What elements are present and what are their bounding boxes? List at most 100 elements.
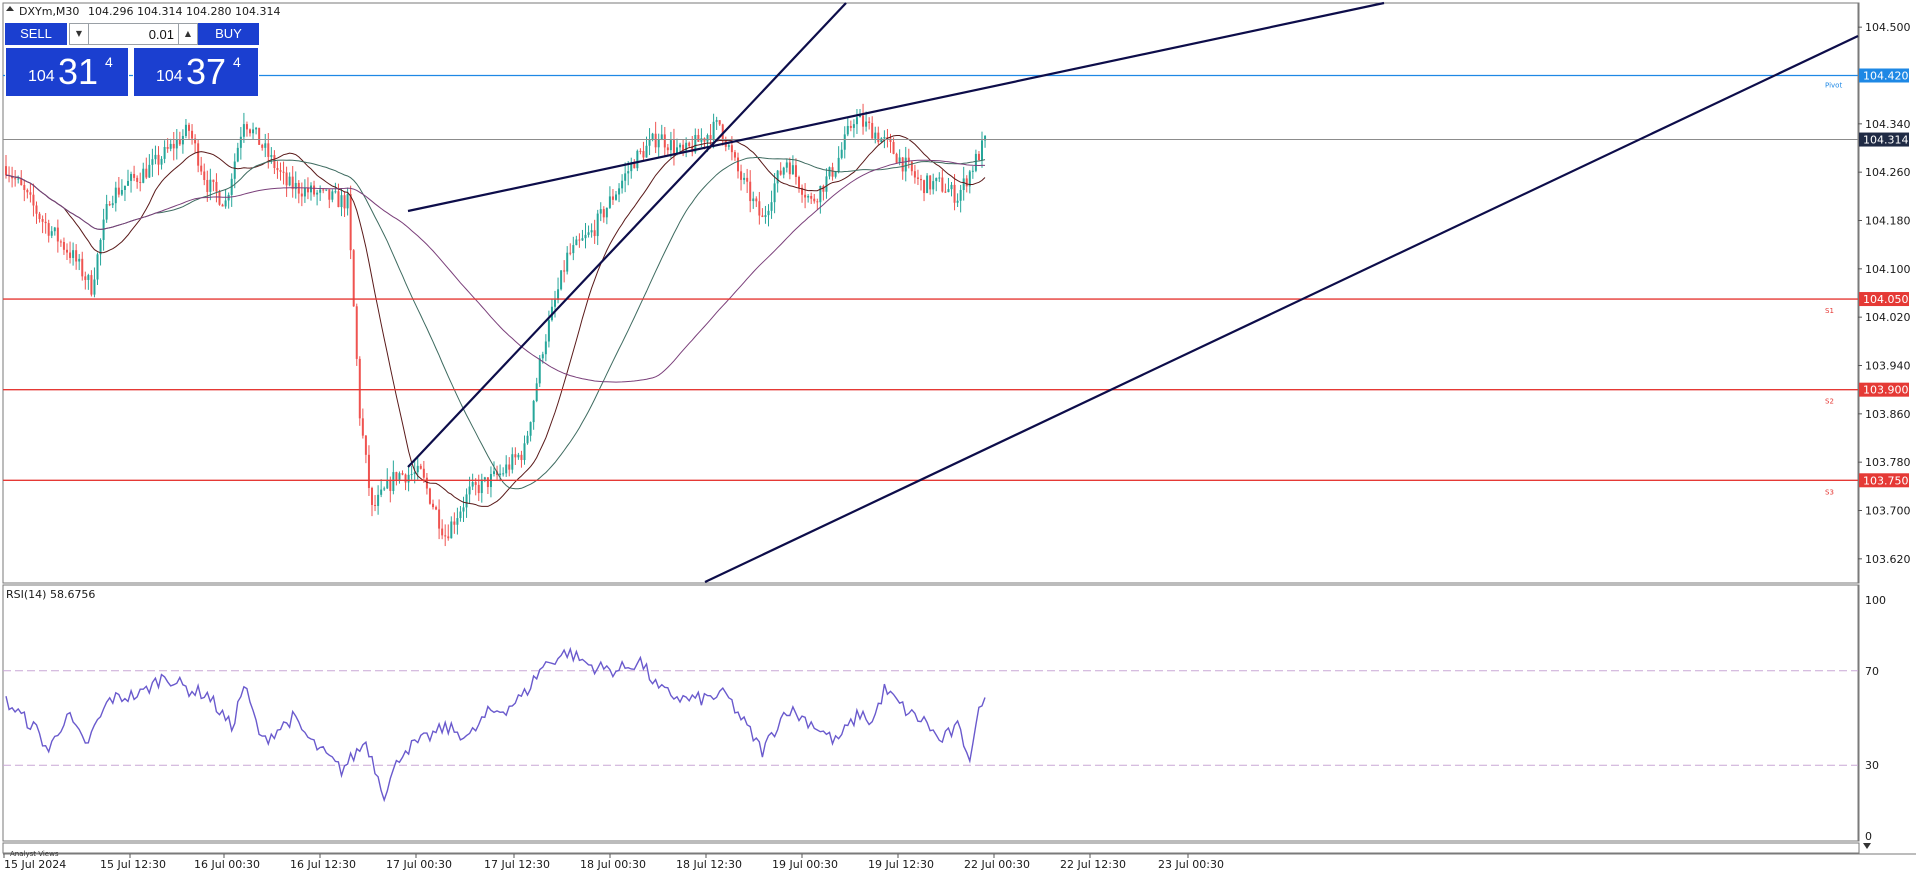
sell-price-fraction: 4 xyxy=(105,54,113,70)
sell-price-button[interactable]: 104 31 4 xyxy=(5,47,129,97)
candle-body xyxy=(590,230,593,233)
candle-body xyxy=(532,400,535,423)
time-tick-label: 15 Jul 2024 xyxy=(4,858,66,871)
candle-body xyxy=(435,507,438,510)
price-tick-label: 103.780 xyxy=(1865,456,1911,469)
candle-body xyxy=(331,191,334,200)
candle-body xyxy=(920,178,922,181)
candle-body xyxy=(880,138,883,143)
candle-body xyxy=(249,129,251,134)
candle-body xyxy=(743,177,746,180)
candle-body xyxy=(733,152,736,158)
candle-body xyxy=(270,155,273,157)
candle-body xyxy=(87,275,90,280)
candle-body xyxy=(578,239,581,241)
chart-canvas[interactable]: 104.314 104.420 Pivot 104.050 S1 103.900 S2 103… xyxy=(0,0,1916,874)
candle-body xyxy=(794,165,797,177)
price-tick-label: 104.260 xyxy=(1865,166,1911,179)
candle-body xyxy=(389,479,392,491)
lot-size-control: ▼ ▲ xyxy=(69,23,198,45)
analyst-views-label[interactable]: Analyst Views xyxy=(10,850,59,858)
candle-body xyxy=(75,250,78,262)
candle-body xyxy=(23,185,26,190)
candle-body xyxy=(38,213,41,220)
candle-body xyxy=(651,133,654,140)
candle-body xyxy=(852,124,855,128)
level-name: S1 xyxy=(1825,307,1834,315)
candle-body xyxy=(325,189,328,191)
current-price-label: 104.314 xyxy=(1863,134,1909,147)
candle-body xyxy=(367,454,370,489)
sell-button[interactable]: SELL xyxy=(5,23,67,45)
candle-body xyxy=(862,115,865,127)
candle-body xyxy=(855,117,858,125)
time-tick-label: 17 Jul 12:30 xyxy=(484,858,550,871)
candle-body xyxy=(569,252,572,254)
candle-body xyxy=(184,124,187,136)
candle-body xyxy=(596,213,599,237)
candle-body xyxy=(224,200,227,207)
candle-body xyxy=(44,221,47,224)
candle-body xyxy=(90,275,93,295)
candle-body xyxy=(865,121,868,127)
candle-body xyxy=(697,134,700,142)
candle-body xyxy=(916,177,919,179)
candle-body xyxy=(300,193,303,197)
candle-body xyxy=(621,180,624,189)
level-tag-label: 103.900 xyxy=(1863,384,1909,397)
candle-body xyxy=(236,147,239,162)
chevron-down-icon[interactable] xyxy=(1863,843,1871,849)
candle-body xyxy=(349,194,352,251)
candle-body xyxy=(157,154,160,165)
candle-body xyxy=(117,187,120,195)
candle-body xyxy=(718,120,721,125)
candle-body xyxy=(932,181,935,190)
candle-body xyxy=(648,139,651,146)
candle-body xyxy=(587,232,590,235)
candle-body xyxy=(123,185,126,190)
candle-body xyxy=(523,443,526,461)
time-tick-label: 23 Jul 00:30 xyxy=(1158,858,1224,871)
candle-body xyxy=(17,178,20,180)
candle-body xyxy=(807,196,810,198)
candle-body xyxy=(139,181,142,183)
candle-body xyxy=(212,179,215,182)
candle-body xyxy=(974,153,977,171)
buy-price-button[interactable]: 104 37 4 xyxy=(133,47,259,97)
candle-body xyxy=(688,142,691,147)
candle-body xyxy=(358,358,361,419)
candle-body xyxy=(645,145,648,158)
lot-decrease-arrow-icon[interactable]: ▼ xyxy=(70,24,89,44)
candle-body xyxy=(245,124,248,130)
candle-body xyxy=(319,189,322,193)
candle-body xyxy=(5,166,7,176)
candle-body xyxy=(111,203,114,206)
candle-body xyxy=(828,167,831,177)
main-chart-frame xyxy=(2,2,1860,584)
candle-body xyxy=(608,196,611,208)
candle-body xyxy=(971,170,974,172)
candle-body xyxy=(56,227,59,242)
candle-body xyxy=(947,189,950,193)
candle-body xyxy=(773,183,776,203)
lot-size-input[interactable] xyxy=(90,25,174,43)
candle-body xyxy=(938,177,941,179)
candle-body xyxy=(602,209,605,218)
level-name: Pivot xyxy=(1825,82,1842,90)
candle-body xyxy=(416,465,419,473)
candle-body xyxy=(657,139,660,148)
buy-button[interactable]: BUY xyxy=(198,23,259,45)
candle-body xyxy=(834,171,837,177)
candle-body xyxy=(59,241,62,243)
candle-body xyxy=(981,140,983,160)
time-tick-label: 18 Jul 12:30 xyxy=(676,858,742,871)
chart-ohlc: 104.296 104.314 104.280 104.314 xyxy=(88,5,280,18)
candle-body xyxy=(422,468,425,478)
lot-increase-arrow-icon[interactable]: ▲ xyxy=(178,24,197,44)
candle-body xyxy=(206,179,209,192)
candle-body xyxy=(944,191,947,193)
candle-body xyxy=(392,472,395,491)
candle-body xyxy=(471,482,474,487)
candle-body xyxy=(965,178,968,187)
price-tick-label: 104.500 xyxy=(1865,21,1911,34)
